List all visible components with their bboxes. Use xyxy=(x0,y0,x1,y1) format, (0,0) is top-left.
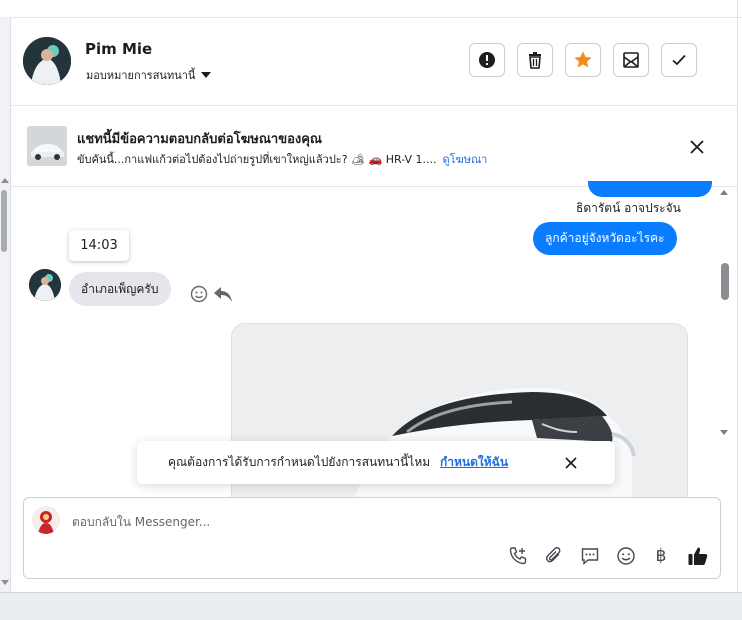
mark-done-button[interactable] xyxy=(661,43,697,77)
check-icon xyxy=(672,54,686,66)
react-button[interactable] xyxy=(189,284,209,304)
spam-icon xyxy=(623,52,639,68)
caret-down-icon xyxy=(201,72,212,78)
reply-arrow-icon xyxy=(214,287,232,302)
incoming-avatar[interactable] xyxy=(29,269,61,301)
assign-prompt-text: คุณต้องการได้รับการกำหนดไปยังการสนทนานี้… xyxy=(168,455,431,469)
incoming-message-text: อำเภอเพ็ญครับ xyxy=(81,281,159,296)
window-bottom-bar xyxy=(0,592,742,620)
baht-icon: ฿ xyxy=(655,546,667,566)
attach-button[interactable] xyxy=(542,544,566,568)
smiley-icon xyxy=(190,285,208,303)
assign-prompt-text-row: คุณต้องการได้รับการกำหนดไปยังการสนทนานี้… xyxy=(168,453,508,472)
saved-replies-button[interactable] xyxy=(578,544,602,568)
payment-button[interactable]: ฿ xyxy=(649,544,673,568)
phone-plus-icon xyxy=(509,547,527,565)
emoji-button[interactable] xyxy=(614,544,638,568)
toast-close-button[interactable] xyxy=(561,453,581,473)
assign-prompt-toast: คุณต้องการได้รับการกำหนดไปยังการสนทนานี้… xyxy=(137,441,615,484)
close-icon xyxy=(565,457,577,469)
thumbs-up-icon xyxy=(688,547,708,565)
reply-button[interactable] xyxy=(213,284,233,304)
page-avatar xyxy=(32,506,60,534)
spam-button[interactable] xyxy=(613,43,649,77)
left-scroll-thumb[interactable] xyxy=(1,190,7,252)
smiley-icon xyxy=(617,547,635,565)
assign-label: มอบหมายการสนทนานี้ xyxy=(86,69,196,82)
chat-scroll-thumb[interactable] xyxy=(721,263,729,300)
call-button[interactable] xyxy=(506,544,530,568)
banner-overlay xyxy=(11,106,737,186)
timestamp-tooltip: 14:03 xyxy=(69,230,129,261)
outgoing-message-bubble[interactable]: ลูกค้าอยู่จังหวัดอะไรคะ xyxy=(533,222,677,255)
delete-button[interactable] xyxy=(517,43,553,77)
chat-bubble-icon xyxy=(581,548,599,566)
star-button[interactable] xyxy=(565,43,601,77)
chat-scroll-down-arrow[interactable] xyxy=(720,430,728,435)
window-top-strip xyxy=(0,0,742,18)
outgoing-message-text: ลูกค้าอยู่จังหวัดอะไรคะ xyxy=(545,231,665,245)
report-button[interactable] xyxy=(469,43,505,77)
left-scrollbar[interactable] xyxy=(0,17,11,592)
exclamation-icon xyxy=(479,52,495,68)
left-scroll-up-arrow[interactable] xyxy=(1,178,9,183)
assign-conversation-dropdown[interactable]: มอบหมายการสนทนานี้ xyxy=(86,66,212,84)
like-button[interactable] xyxy=(686,544,710,568)
contact-avatar[interactable] xyxy=(23,37,71,85)
message-input[interactable]: ตอบกลับใน Messenger... xyxy=(72,513,210,532)
panel-right-border xyxy=(737,0,738,592)
left-scroll-down-arrow[interactable] xyxy=(1,580,9,585)
incoming-message-bubble[interactable]: อำเภอเพ็ญครับ xyxy=(69,272,171,306)
star-icon xyxy=(574,51,592,68)
chat-scroll-up-arrow[interactable] xyxy=(720,190,728,195)
contact-name[interactable]: Pim Mie xyxy=(85,40,152,58)
trash-icon xyxy=(529,52,541,69)
outgoing-sender-name: ธิดารัตน์ อาจประจัน xyxy=(576,201,681,215)
assign-to-me-link[interactable]: กำหนดให้ฉัน xyxy=(440,455,508,469)
paperclip-icon xyxy=(546,547,561,563)
